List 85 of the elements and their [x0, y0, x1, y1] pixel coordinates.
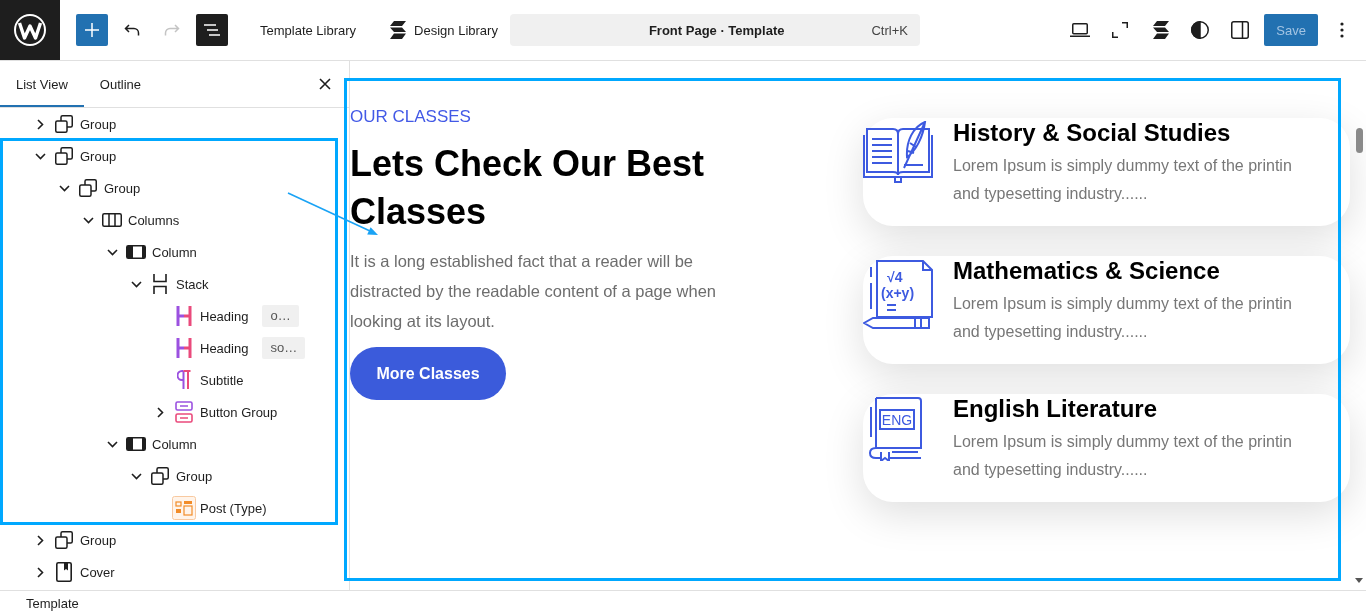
plus-icon	[85, 23, 99, 37]
sidebar-tab[interactable]: List View	[0, 61, 84, 107]
list-view-item[interactable]: Column	[0, 428, 349, 460]
redo-icon	[164, 24, 180, 36]
column-icon	[126, 437, 146, 451]
document-title: Front Page · Template	[647, 22, 786, 38]
section-eyebrow: OUR CLASSES	[350, 106, 472, 128]
cover-icon	[56, 562, 72, 582]
list-view-item[interactable]: Post (Type)	[0, 492, 349, 524]
section-heading: Lets Check Our Best Classes	[350, 142, 706, 234]
list-view-item[interactable]: Columns	[0, 204, 349, 236]
list-view-item[interactable]: Heading so…	[0, 332, 349, 364]
library-button[interactable]: Design Library	[388, 14, 498, 46]
list-view-item[interactable]: Cover	[0, 556, 349, 588]
card-text: Lorem Ipsum is simply dummy text of the printin and typesetting industry......	[953, 294, 1293, 342]
chevron-down-icon[interactable]	[130, 280, 142, 288]
layers-icon	[388, 21, 407, 39]
scroll-down-icon[interactable]	[1355, 578, 1363, 583]
more-classes-button[interactable]: More Classes	[350, 347, 506, 400]
list-view-item[interactable]: Group	[0, 460, 349, 492]
block-preview-badge: o…	[262, 305, 299, 327]
label-text: ENG	[881, 412, 913, 428]
document-overview-button[interactable]	[196, 14, 228, 46]
book-icon	[869, 397, 922, 461]
column-icon	[126, 245, 146, 259]
buttons-icon	[175, 401, 193, 423]
chevron-right-icon[interactable]	[36, 118, 44, 130]
library-button[interactable]: Template Library	[260, 14, 357, 46]
more-vertical-icon	[1340, 22, 1344, 38]
fullscreen-icon	[1112, 22, 1129, 38]
layers-icon	[1151, 21, 1170, 39]
chevron-right-icon[interactable]	[36, 566, 44, 578]
heading-icon	[176, 338, 192, 358]
shortcut-hint: Ctrl+K	[871, 22, 908, 38]
list-view-icon	[204, 24, 220, 36]
overlapping-squares-icon	[55, 147, 73, 165]
columns-icon	[102, 213, 122, 227]
chevron-down-icon[interactable]	[82, 216, 94, 224]
card-text: Lorem Ipsum is simply dummy text of the printin and typesetting industry......	[953, 432, 1293, 480]
section-text: It is a long established fact that a reader will be distracted by the readable content of a page when looking at its layout.	[350, 251, 717, 332]
list-view-item[interactable]: Subtitle	[0, 364, 349, 396]
chevron-down-icon[interactable]	[58, 184, 70, 192]
laptop-icon	[1070, 23, 1091, 37]
sidebar-icon	[1231, 21, 1250, 39]
scrollbar-thumb[interactable]	[1355, 128, 1363, 153]
command-center[interactable]: Front Page · Template Ctrl+K	[509, 14, 920, 46]
list-view-item[interactable]: Column	[0, 236, 349, 268]
list-view-item[interactable]: Group	[0, 524, 349, 556]
chevron-down-icon[interactable]	[106, 440, 118, 448]
chevron-down-icon[interactable]	[106, 248, 118, 256]
open-book-icon	[863, 121, 933, 183]
card-title: Mathematics & Science	[953, 256, 1221, 286]
overlapping-squares-icon	[79, 179, 97, 197]
card-title: History & Social Studies	[953, 118, 1232, 148]
overlapping-squares-icon	[151, 467, 169, 485]
chevron-down-icon[interactable]	[130, 472, 142, 480]
overlapping-squares-icon	[55, 531, 73, 549]
list-view-item[interactable]: Group	[0, 172, 349, 204]
sidebar-tab[interactable]: Outline	[83, 61, 157, 107]
block-preview-badge: so…	[262, 337, 306, 359]
chevron-right-icon[interactable]	[36, 534, 44, 546]
chevron-right-icon[interactable]	[156, 406, 164, 418]
heading-icon	[176, 306, 192, 326]
overlapping-squares-icon	[55, 115, 73, 133]
pilcrow-icon	[177, 370, 191, 390]
stack-icon	[153, 274, 167, 294]
breadcrumb-link[interactable]: Template	[26, 595, 79, 611]
chevron-down-icon[interactable]	[34, 152, 46, 160]
card-text: Lorem Ipsum is simply dummy text of the printin and typesetting industry......	[953, 156, 1293, 204]
list-view-item[interactable]: Stack	[0, 268, 349, 300]
contrast-icon	[1191, 21, 1210, 39]
list-view-item[interactable]: Group	[0, 108, 349, 140]
list-view-item[interactable]: Heading o…	[0, 300, 349, 332]
notebook-icon	[870, 260, 933, 318]
close-icon	[319, 78, 331, 90]
logo-icon[interactable]	[0, 0, 60, 60]
add-block-button[interactable]	[76, 14, 108, 46]
undo-icon	[124, 24, 140, 36]
formula-text: √4	[887, 269, 903, 285]
list-view-item[interactable]: Button Group	[0, 396, 349, 428]
pencil-icon	[863, 317, 930, 329]
list-view-item[interactable]: Group	[0, 140, 349, 172]
card-title: English Literature	[953, 394, 1159, 424]
formula-text: (x+y)	[881, 285, 915, 301]
post-type-icon	[172, 496, 196, 520]
